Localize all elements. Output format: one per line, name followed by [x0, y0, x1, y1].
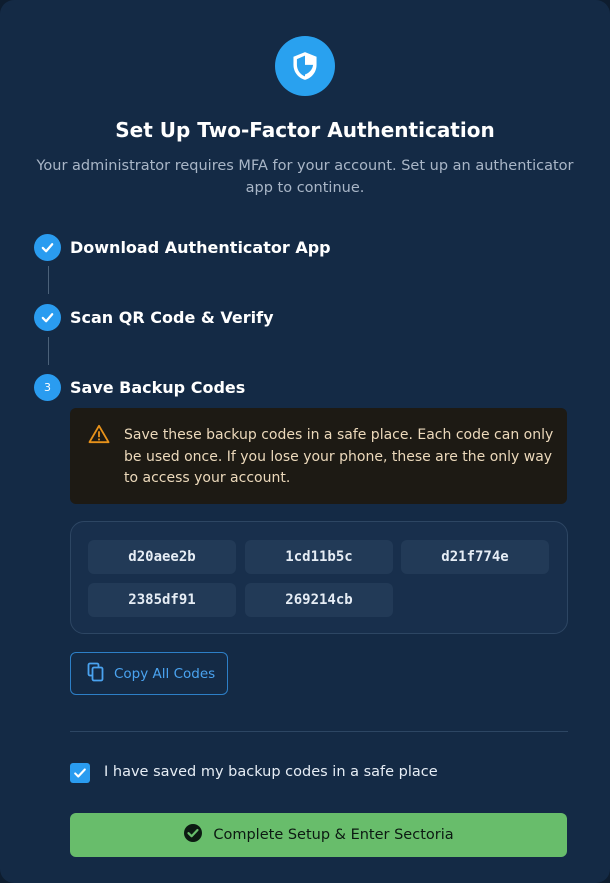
shield-icon [275, 36, 335, 96]
backup-code: 1cd11b5c [245, 540, 393, 574]
step-label: Download Authenticator App [70, 237, 331, 257]
backup-code: 2385df91 [88, 583, 236, 617]
check-icon [34, 233, 61, 261]
mfa-setup-card: Set Up Two-Factor Authentication Your ad… [0, 0, 610, 883]
step-connector [48, 266, 49, 294]
page-subtitle: Your administrator requires MFA for your… [36, 158, 574, 196]
backup-code: 269214cb [245, 583, 393, 617]
page-title: Set Up Two-Factor Authentication [115, 118, 495, 142]
warning-icon [88, 424, 110, 448]
check-circle-icon [183, 823, 203, 847]
divider [70, 731, 568, 732]
backup-code: d20aee2b [88, 540, 236, 574]
step-save-codes: 3 Save Backup Codes [34, 373, 245, 401]
step-download-app: Download Authenticator App [34, 233, 331, 261]
warning-banner: Save these backup codes in a safe place.… [70, 408, 567, 504]
complete-setup-label: Complete Setup & Enter Sectoria [213, 827, 454, 843]
step-connector [48, 337, 49, 365]
step-label: Save Backup Codes [70, 377, 246, 397]
confirm-checkbox-label[interactable]: I have saved my backup codes in a safe p… [104, 764, 438, 780]
step-label: Scan QR Code & Verify [70, 307, 274, 327]
copy-icon [87, 662, 105, 686]
step-scan-qr: Scan QR Code & Verify [34, 303, 274, 331]
confirm-checkbox[interactable] [70, 763, 90, 783]
complete-setup-button[interactable]: Complete Setup & Enter Sectoria [70, 813, 567, 857]
backup-code: d21f774e [401, 540, 549, 574]
backup-codes-panel: d20aee2b 1cd11b5c d21f774e 2385df91 2692… [70, 521, 568, 634]
check-icon [74, 768, 86, 778]
copy-all-codes-button[interactable]: Copy All Codes [70, 652, 228, 695]
check-icon [34, 303, 61, 331]
warning-text: Save these backup codes in a safe place.… [124, 427, 554, 486]
copy-button-label: Copy All Codes [114, 665, 216, 682]
step-number: 3 [34, 373, 61, 401]
